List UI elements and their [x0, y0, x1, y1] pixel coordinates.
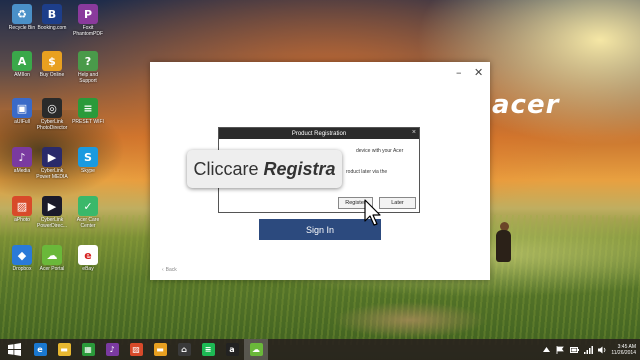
- dialog-close-icon[interactable]: ×: [412, 129, 416, 137]
- minimize-icon[interactable]: –: [456, 67, 462, 78]
- desktop-icon[interactable]: ☁ Acer Portal: [34, 245, 70, 272]
- sign-in-button[interactable]: Sign In: [259, 219, 381, 240]
- desktop-icon-label: Booking.com: [37, 25, 67, 31]
- media-app-icon: ♪: [105, 343, 119, 356]
- taskbar: e ▬ ▦ ♪ ▨ ▬ ⌂ ≡ a ☁ 3:45 AM 11/26/2014: [0, 339, 640, 360]
- desktop-icon-label: Acer Care Center: [76, 217, 100, 229]
- back-link[interactable]: ‹ Back: [162, 267, 177, 273]
- back-arrow-icon: ‹: [162, 267, 164, 273]
- taskbar-item[interactable]: ▬: [52, 339, 76, 360]
- desktop-icon[interactable]: B Booking.com: [34, 4, 70, 31]
- green-app-icon: A: [12, 51, 32, 71]
- desktop-icon[interactable]: ▶ CyberLink Power MEDIA: [34, 147, 70, 180]
- taskbar-item[interactable]: ▬: [148, 339, 172, 360]
- desktop-icon[interactable]: P Foxit PhantomPDF: [70, 4, 106, 37]
- taskbar-item[interactable]: ≡: [196, 339, 220, 360]
- home-icon: ⌂: [177, 343, 191, 356]
- wifi-icon: ≡: [78, 98, 98, 118]
- dialog-title: Product Registration: [291, 130, 347, 137]
- dialog-message-line2: roduct later via the: [346, 169, 388, 175]
- portal-icon: ☁: [42, 245, 62, 265]
- recycle-bin-icon: ♻: [12, 4, 32, 24]
- clock-date: 11/26/2014: [611, 349, 636, 356]
- tray-overflow-icon[interactable]: [541, 345, 551, 355]
- care-center-icon: ✓: [78, 196, 98, 216]
- desktop-icon[interactable]: S Skype: [70, 147, 106, 174]
- powermedia-icon: ▶: [42, 147, 62, 167]
- wallpaper-brand-logo: acer: [492, 90, 560, 120]
- folder-icon: ▬: [153, 343, 167, 356]
- desktop-icon-label: Buy Online: [39, 72, 65, 78]
- back-link-label: Back: [165, 267, 177, 273]
- internet-explorer-icon: e: [33, 343, 47, 356]
- start-button[interactable]: [0, 339, 28, 360]
- later-button[interactable]: Later: [379, 197, 416, 209]
- ebay-icon: e: [78, 245, 98, 265]
- dropbox-icon: ◆: [12, 245, 32, 265]
- dialog-titlebar: Product Registration ×: [219, 128, 419, 139]
- caption-target: Registra: [263, 158, 336, 179]
- close-icon[interactable]: ✕: [474, 67, 483, 78]
- desktop-icon[interactable]: ✓ Acer Care Center: [70, 196, 106, 229]
- windows-logo-icon: [7, 343, 21, 356]
- desktop-icon-label: Help and Support: [77, 72, 98, 84]
- desktop-icon-label: PRESET WIFI: [72, 119, 104, 125]
- taskbar-item[interactable]: ▨: [124, 339, 148, 360]
- desktop-icon-grid: ♻ Recycle Bin B Booking.com P Foxit PhantomPD…: [0, 0, 110, 336]
- wallpaper-person: [494, 222, 514, 262]
- media-icon: ♪: [12, 147, 32, 167]
- powerdirector-icon: ▶: [42, 196, 62, 216]
- volume-icon[interactable]: [597, 345, 607, 355]
- taskbar-item[interactable]: ☁: [244, 339, 268, 360]
- spotify-icon: ≡: [201, 343, 215, 356]
- pdf-icon: P: [78, 4, 98, 24]
- file-explorer-icon: ▬: [57, 343, 71, 356]
- desktop-icon[interactable]: $ Buy Online: [34, 51, 70, 78]
- booking-icon: B: [42, 4, 62, 24]
- desktop-icon-label: CyberLink PowerDirec...: [36, 217, 67, 229]
- desktop-icon[interactable]: e eBay: [70, 245, 106, 272]
- photo-icon: ▨: [12, 196, 32, 216]
- taskbar-clock[interactable]: 3:45 AM 11/26/2014: [611, 344, 636, 356]
- desktop-icon-label: Acer Portal: [39, 266, 65, 272]
- taskbar-item[interactable]: ▦: [76, 339, 100, 360]
- system-tray: 3:45 AM 11/26/2014: [541, 339, 636, 360]
- photodirector-icon: ◎: [42, 98, 62, 118]
- desktop-icon-label: CyberLink PhotoDirector: [36, 119, 68, 131]
- desktop-icon-label: Foxit PhantomPDF: [72, 25, 103, 37]
- desktop-icon[interactable]: ≡ PRESET WIFI: [70, 98, 106, 125]
- dialog-message-line1: device with your Acer: [356, 148, 404, 154]
- store-icon: ▦: [81, 343, 95, 356]
- wifi-signal-icon[interactable]: [583, 345, 593, 355]
- desktop-icon[interactable]: ? Help and Support: [70, 51, 106, 84]
- caption-verb: Cliccare: [193, 158, 259, 179]
- mouse-cursor-icon: [364, 199, 381, 226]
- help-icon: ?: [78, 51, 98, 71]
- acer-portal-task-icon: ☁: [249, 343, 263, 356]
- desktop-icon-label: Skype: [81, 168, 95, 174]
- skype-icon: S: [78, 147, 98, 167]
- taskbar-item[interactable]: ⌂: [172, 339, 196, 360]
- amazon-icon: a: [225, 343, 239, 356]
- battery-icon[interactable]: [569, 345, 579, 355]
- taskbar-item[interactable]: ♪: [100, 339, 124, 360]
- tutorial-caption: Cliccare Registra: [187, 150, 342, 188]
- network-icon: ▣: [12, 98, 32, 118]
- taskbar-pinned-apps: e ▬ ▦ ♪ ▨ ▬ ⌂ ≡ a ☁: [28, 339, 268, 360]
- taskbar-item[interactable]: e: [28, 339, 52, 360]
- action-center-flag-icon[interactable]: [555, 345, 565, 355]
- photo-app-icon: ▨: [129, 343, 143, 356]
- buy-online-icon: $: [42, 51, 62, 71]
- desktop-icon-label: eBay: [82, 266, 94, 272]
- desktop-icon-label: CyberLink Power MEDIA: [36, 168, 68, 180]
- desktop-icon[interactable]: ▶ CyberLink PowerDirec...: [34, 196, 70, 229]
- taskbar-item[interactable]: a: [220, 339, 244, 360]
- desktop-icon[interactable]: ◎ CyberLink PhotoDirector: [34, 98, 70, 131]
